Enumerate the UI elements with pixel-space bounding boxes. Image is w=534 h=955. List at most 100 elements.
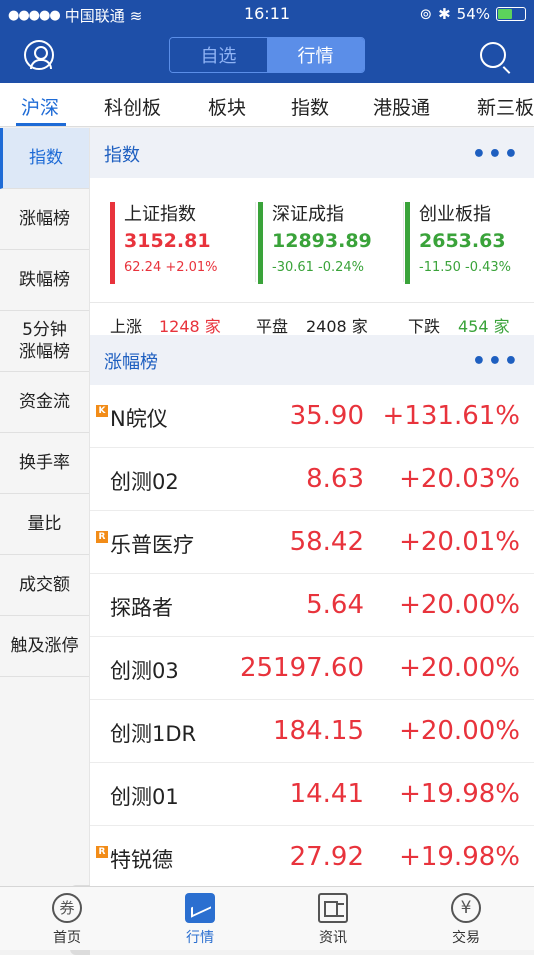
index-cards: 上证指数 3152.81 62.24 +2.01% 深证成指 12893.89 … [90, 178, 534, 303]
stock-row[interactable]: R 特锐德 27.92 +19.98% [90, 826, 534, 886]
battery-label: 54% [456, 5, 490, 23]
stock-name: 创测02 [110, 470, 179, 494]
tab-underline [16, 123, 66, 126]
sidebar-label: 量比 [27, 514, 62, 534]
status-bar: ●●●●● 中国联通 ≋ 16:11 ⊚ ✱ 54% [0, 0, 534, 30]
sidebar-item-index[interactable]: 指数 [0, 128, 89, 189]
flat-label: 平盘 [256, 317, 289, 336]
stock-change-pct: +131.61% [382, 401, 520, 431]
market-breadth: 上涨 1248 家 平盘 2408 家 下跌 454 家 [90, 303, 534, 336]
tab-home[interactable]: 券 首页 [32, 893, 102, 947]
search-icon[interactable] [480, 42, 506, 68]
stock-change-pct: +20.03% [399, 464, 520, 494]
stock-row[interactable]: R 乐普医疗 58.42 +20.01% [90, 511, 534, 574]
index-name: 创业板指 [419, 204, 491, 225]
sidebar-item-turnover[interactable]: 换手率 [0, 433, 89, 494]
index-bar [258, 202, 263, 284]
sidebar-item-volume-ratio[interactable]: 量比 [0, 494, 89, 555]
stock-name: 创测01 [110, 785, 179, 809]
tab-sectors[interactable]: 板块 [208, 93, 246, 120]
market-tabs: 沪深 科创板 板块 指数 港股通 新三板 [0, 83, 534, 127]
coupon-icon: 券 [52, 893, 82, 923]
sidebar-label: 换手率 [19, 453, 70, 473]
sidebar-item-amount[interactable]: 成交额 [0, 555, 89, 616]
segmented-control: 自选 行情 [169, 37, 365, 73]
stock-row[interactable]: 创测01 14.41 +19.98% [90, 763, 534, 826]
tab-hk-connect[interactable]: 港股通 [373, 93, 430, 120]
stock-name: 探路者 [110, 596, 173, 620]
yuan-icon: ¥ [451, 893, 481, 923]
segment-market[interactable]: 行情 [267, 38, 364, 72]
stock-name: 乐普医疗 [110, 533, 194, 557]
sidebar-label: 指数 [29, 148, 63, 168]
sidebar-item-gainers[interactable]: 涨幅榜 [0, 189, 89, 250]
index-value: 12893.89 [272, 230, 372, 252]
sidebar-item-losers[interactable]: 跌幅榜 [0, 250, 89, 311]
sidebar-label: 资金流 [19, 392, 70, 412]
gainers-section-title: 涨幅榜 [104, 352, 158, 373]
stock-change-pct: +20.00% [399, 716, 520, 746]
sidebar-item-5min-gainers[interactable]: 5分钟 涨幅榜 [0, 311, 89, 372]
stock-price: 35.90 [289, 401, 364, 431]
index-value: 2653.63 [419, 230, 506, 252]
tab-market[interactable]: 行情 [165, 893, 235, 947]
down-count: 454 家 [458, 317, 510, 336]
index-name: 深证成指 [272, 204, 344, 225]
stock-price: 184.15 [273, 716, 364, 746]
tab-label: 资讯 [319, 930, 347, 946]
up-count: 1248 家 [159, 317, 221, 336]
main-content: 指数 ••• 上证指数 3152.81 62.24 +2.01% 深证成指 12… [90, 128, 534, 886]
stock-badge-icon: K [96, 405, 108, 417]
stock-price: 58.42 [289, 527, 364, 557]
sidebar-item-money-flow[interactable]: 资金流 [0, 372, 89, 433]
stock-row[interactable]: 创测02 8.63 +20.03% [90, 448, 534, 511]
user-icon[interactable] [24, 40, 54, 70]
stock-price: 5.64 [306, 590, 364, 620]
index-card-sh[interactable]: 上证指数 3152.81 62.24 +2.01% [110, 202, 256, 284]
index-section-title: 指数 [104, 145, 140, 166]
stock-price: 27.92 [289, 842, 364, 872]
stock-row[interactable]: 创测03 25197.60 +20.00% [90, 637, 534, 700]
sidebar-label: 涨幅榜 [19, 209, 70, 229]
stock-row[interactable]: 探路者 5.64 +20.00% [90, 574, 534, 637]
tab-star-market[interactable]: 科创板 [104, 93, 161, 120]
more-icon[interactable]: ••• [472, 142, 520, 167]
sidebar-label: 成交额 [19, 575, 70, 595]
down-label: 下跌 [408, 317, 441, 336]
sidebar-label: 涨幅榜 [19, 342, 70, 362]
stock-name: 创测1DR [110, 722, 197, 746]
status-right: ⊚ ✱ 54% [420, 5, 526, 23]
gainers-list: K N皖仪 35.90 +131.61% 创测02 8.63 +20.03% R 乐普医疗 58.… [90, 385, 534, 886]
index-card-cyb[interactable]: 创业板指 2653.63 -11.50 -0.43% [405, 202, 530, 284]
sidebar-label: 5分钟 [22, 320, 67, 340]
index-bar [110, 202, 115, 284]
segment-watchlist[interactable]: 自选 [170, 38, 267, 72]
tab-label: 交易 [452, 930, 480, 946]
index-section-header: 指数 ••• [90, 128, 534, 178]
news-icon [318, 893, 348, 923]
stock-price: 25197.60 [239, 653, 364, 683]
index-bar [405, 202, 410, 284]
tab-hushen[interactable]: 沪深 [21, 93, 59, 120]
tab-label: 行情 [186, 930, 214, 946]
app-header: 自选 行情 [0, 30, 534, 83]
up-label: 上涨 [110, 317, 143, 336]
index-card-sz[interactable]: 深证成指 12893.89 -30.61 -0.24% [258, 202, 404, 284]
stock-row[interactable]: K N皖仪 35.90 +131.61% [90, 385, 534, 448]
tab-neeq[interactable]: 新三板 [477, 93, 534, 120]
stock-change-pct: +20.00% [399, 590, 520, 620]
sidebar-item-limit-up[interactable]: 触及涨停 [0, 616, 89, 677]
chart-icon [185, 893, 215, 923]
stock-name: N皖仪 [110, 407, 168, 431]
index-change: -11.50 -0.43% [419, 260, 512, 275]
flat-count: 2408 家 [306, 317, 368, 336]
tab-indices[interactable]: 指数 [291, 93, 329, 120]
index-change: -30.61 -0.24% [272, 260, 365, 275]
tab-news[interactable]: 资讯 [298, 893, 368, 947]
more-icon[interactable]: ••• [472, 349, 520, 374]
index-change: 62.24 +2.01% [124, 260, 218, 275]
index-value: 3152.81 [124, 230, 211, 252]
tab-trade[interactable]: ¥ 交易 [431, 893, 501, 947]
sidebar: 指数 涨幅榜 跌幅榜 5分钟 涨幅榜 资金流 换手率 量比 成交额 触及涨停 [0, 128, 90, 955]
stock-row[interactable]: 创测1DR 184.15 +20.00% [90, 700, 534, 763]
